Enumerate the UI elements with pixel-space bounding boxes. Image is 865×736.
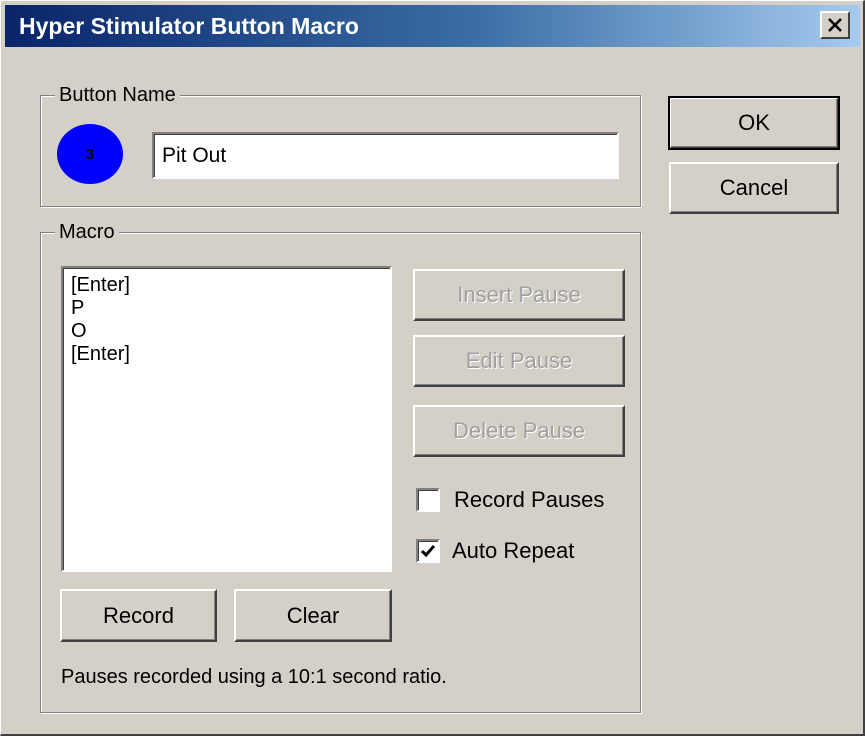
checkmark-icon [420, 545, 436, 558]
macro-list[interactable]: [Enter] P O [Enter] [61, 266, 392, 572]
clear-button-label: Clear [286, 602, 340, 628]
close-button[interactable] [820, 11, 850, 39]
auto-repeat-checkbox[interactable] [416, 539, 440, 563]
insert-pause-button[interactable]: Insert Pause [413, 269, 625, 321]
auto-repeat-label[interactable]: Auto Repeat [452, 538, 574, 564]
window-title: Hyper Stimulator Button Macro [19, 12, 359, 39]
dialog-window: Hyper Stimulator Button Macro Button Nam… [0, 0, 865, 736]
button-name-input[interactable] [152, 132, 619, 179]
list-item[interactable]: P [71, 297, 382, 320]
cancel-button[interactable]: Cancel [669, 162, 839, 214]
delete-pause-button[interactable]: Delete Pause [413, 405, 625, 457]
record-pauses-checkbox[interactable] [416, 488, 440, 512]
list-item[interactable]: O [71, 320, 382, 343]
macro-group-label: Macro [55, 219, 119, 245]
insert-pause-label: Insert Pause [457, 282, 581, 307]
list-item[interactable]: [Enter] [71, 274, 382, 297]
list-item[interactable]: [Enter] [71, 343, 382, 366]
button-badge-icon: 3 [57, 124, 123, 184]
edit-pause-button[interactable]: Edit Pause [413, 335, 625, 387]
delete-pause-label: Delete Pause [452, 418, 586, 443]
title-bar[interactable]: Hyper Stimulator Button Macro [5, 5, 860, 47]
clear-button[interactable]: Clear [234, 589, 392, 642]
record-button[interactable]: Record [60, 589, 217, 642]
edit-pause-label: Edit Pause [465, 348, 573, 373]
close-icon [828, 18, 842, 32]
button-name-group-label: Button Name [55, 82, 180, 108]
ok-button[interactable]: OK [668, 96, 840, 150]
button-badge-number: 3 [85, 145, 95, 163]
pause-ratio-note: Pauses recorded using a 10:1 second rati… [61, 666, 447, 688]
record-pauses-label[interactable]: Record Pauses [454, 487, 604, 513]
record-button-label: Record [103, 602, 174, 628]
cancel-button-label: Cancel [719, 175, 789, 200]
ok-button-label: OK [738, 110, 770, 135]
